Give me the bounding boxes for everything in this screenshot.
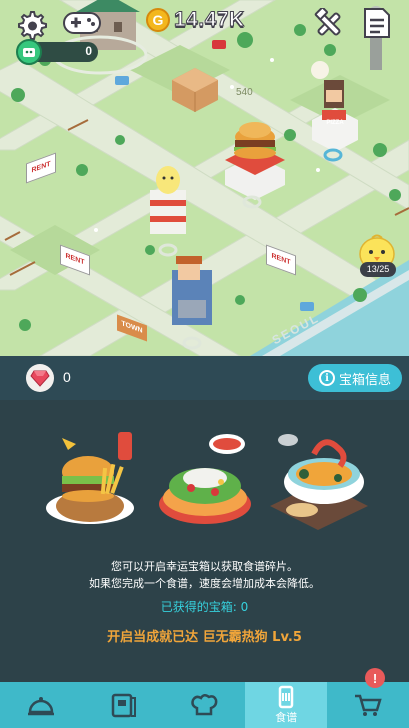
robot-level-icon: [16, 39, 42, 65]
info-icon: i: [318, 370, 335, 386]
gold-coin-icon: G: [146, 8, 170, 32]
quest-list-icon[interactable]: [362, 6, 392, 40]
cart-icon: [355, 694, 382, 716]
gamepad-icon[interactable]: [62, 8, 102, 38]
coin-balance: G 14.47K: [146, 6, 245, 34]
nav-shop[interactable]: !: [327, 668, 409, 728]
chest-info-button[interactable]: i 宝箱信息: [308, 364, 402, 392]
chest-info-label: 宝箱信息: [338, 372, 391, 388]
nav-menu[interactable]: [82, 682, 164, 728]
cloche-icon: [27, 697, 54, 716]
info-bar: 0 i 宝箱信息: [0, 356, 409, 400]
city-map[interactable]: RENT RENT RENT PIZZA TOWN SEOUL G 14.47K: [0, 0, 409, 356]
ruby-gem-icon: [26, 364, 54, 392]
recipe-icon: [279, 685, 294, 709]
pizza-sign: PIZZA: [326, 120, 344, 126]
nav-restaurant[interactable]: [0, 682, 82, 728]
bottom-nav: 食谱 !: [0, 668, 409, 728]
seafood-soup-dish-icon[interactable]: [268, 430, 372, 530]
gem-count: 0: [63, 369, 71, 385]
building-price: 540: [236, 87, 253, 98]
description-line-1: 您可以开启幸运宝箱以获取食谱碎片。: [111, 560, 298, 573]
nav-chef[interactable]: [164, 682, 246, 728]
salad-bowl-dish-icon[interactable]: [155, 430, 255, 530]
obtained-chests-label: 已获得的宝箱: 0: [160, 600, 249, 614]
description-line-2: 如果您完成一个食谱，速度会增加成本会降低。: [89, 577, 320, 590]
burger-fries-dish-icon[interactable]: [40, 430, 140, 530]
achievement-unlock-text: 开启当成就已达 巨无霸热狗 Lv.5: [107, 630, 302, 645]
coin-amount: 14.47K: [174, 8, 245, 32]
level-progress[interactable]: 0: [16, 39, 98, 65]
tools-hammer-wrench-icon[interactable]: [312, 6, 346, 40]
chef-hat-icon: [191, 694, 218, 716]
menu-book-icon: [111, 693, 136, 718]
nav-recipes[interactable]: 食谱: [245, 682, 328, 728]
chick-progress: 13/25: [360, 262, 396, 277]
shop-alert-badge: !: [364, 668, 385, 688]
recipe-panel: 您可以开启幸运宝箱以获取食谱碎片。 如果您完成一个食谱，速度会增加成本会降低。 …: [0, 400, 409, 682]
settings-gear-icon[interactable]: [14, 8, 48, 42]
level-value: 0: [85, 44, 92, 58]
nav-recipes-label: 食谱: [275, 711, 298, 724]
